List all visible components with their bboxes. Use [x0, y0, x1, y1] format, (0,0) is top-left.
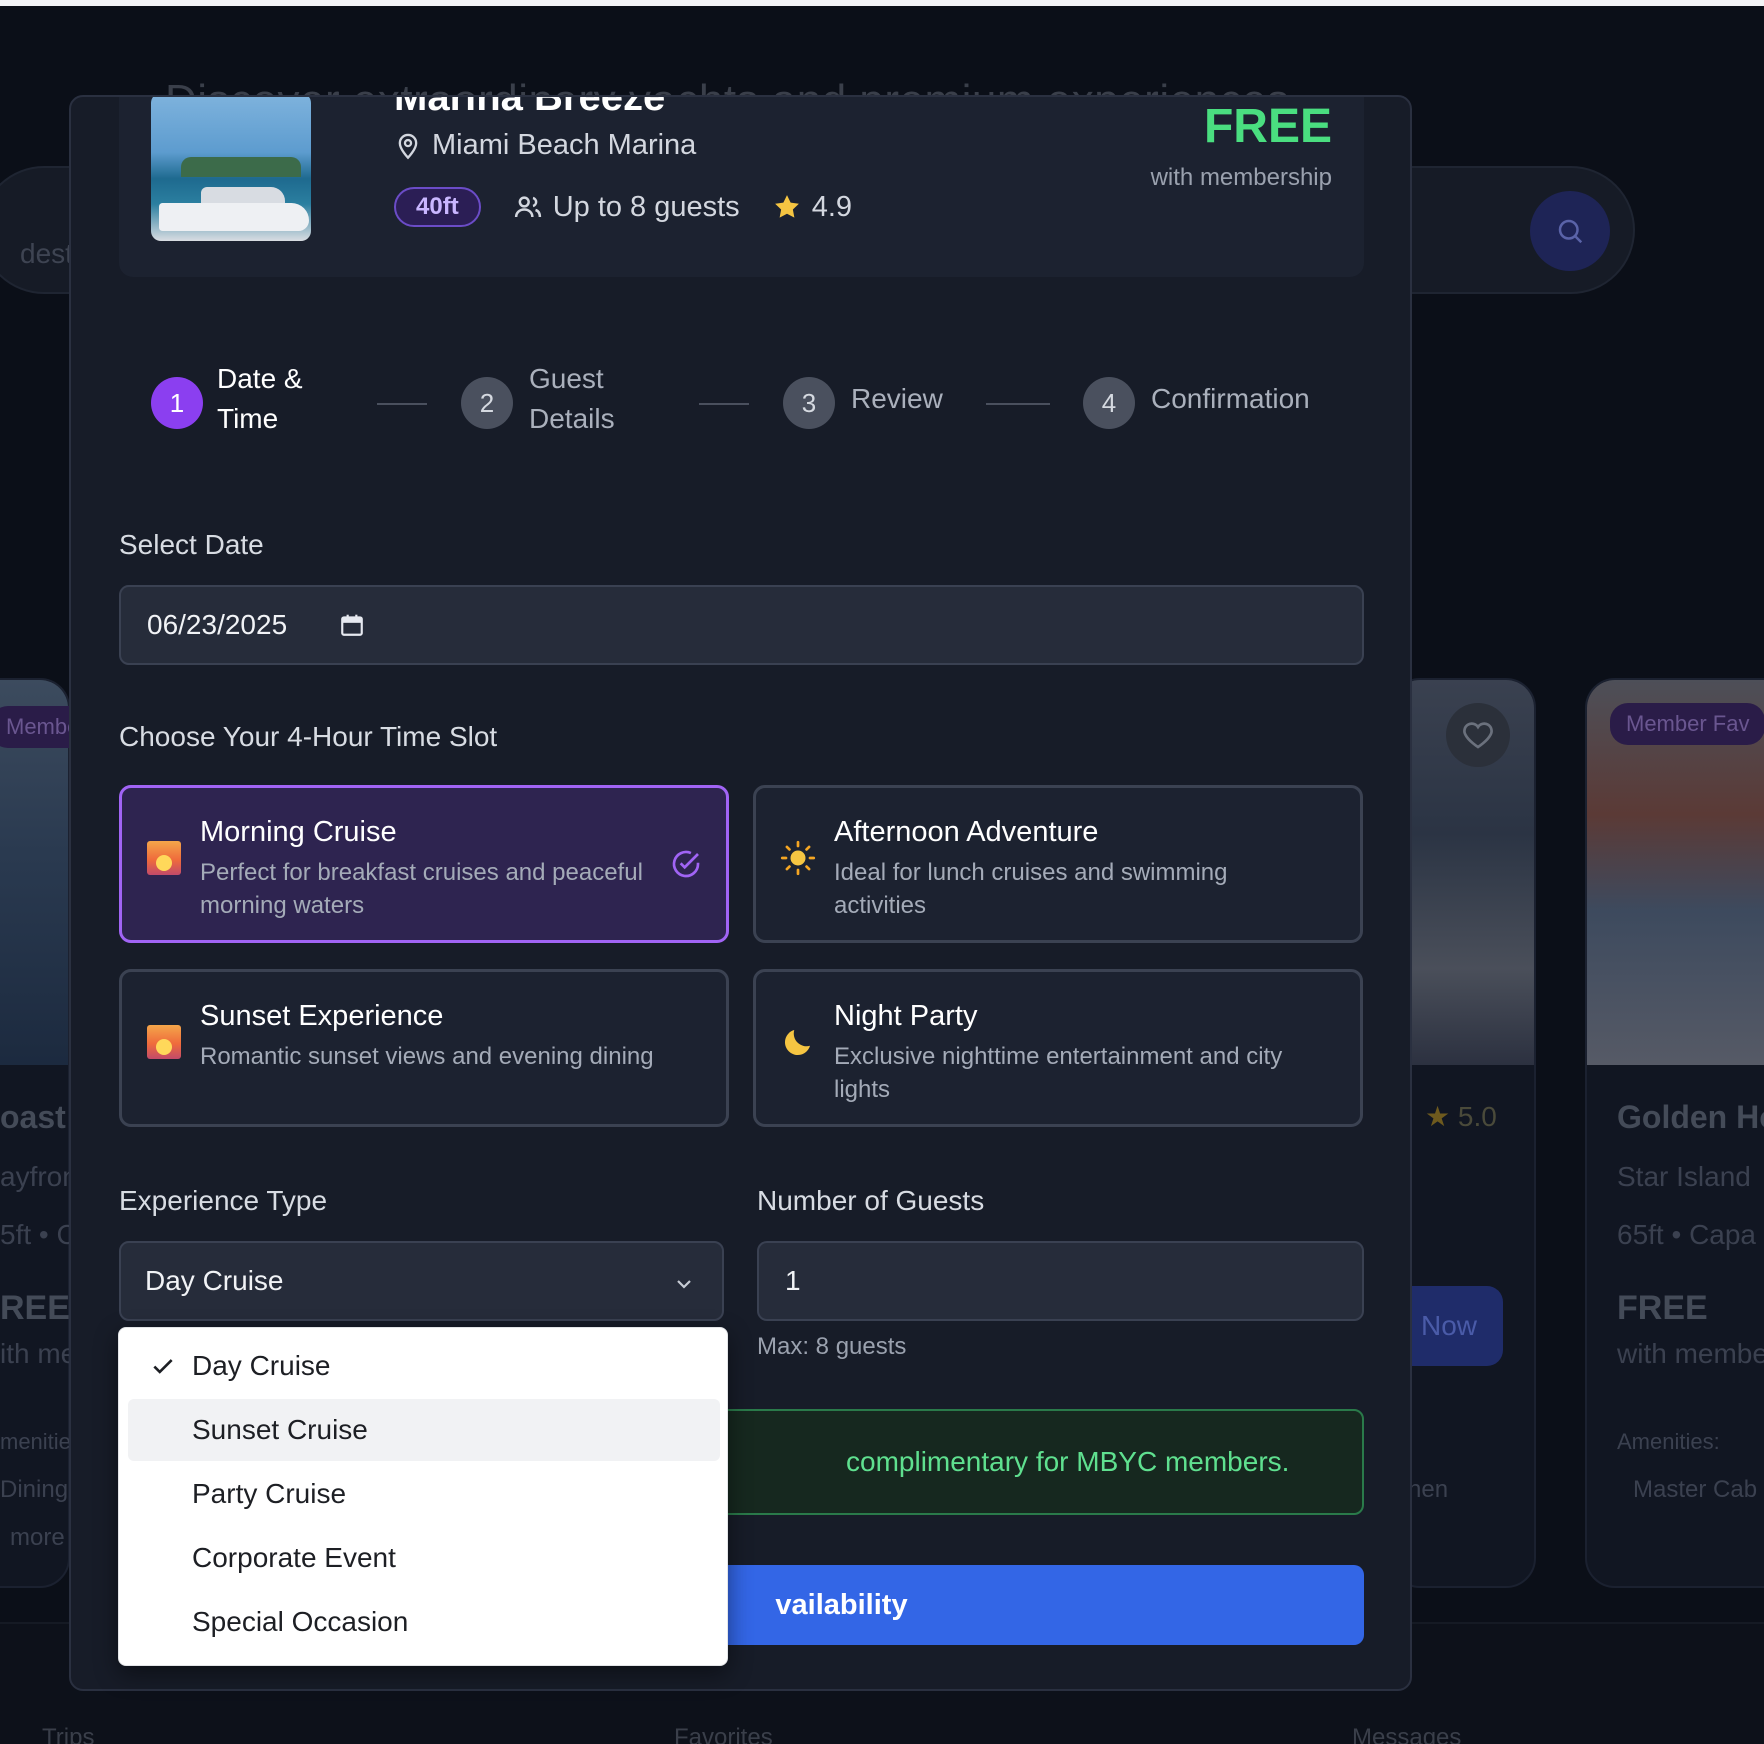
- card-price: FREE: [1617, 1289, 1708, 1327]
- card-meta: 5ft • C: [0, 1219, 77, 1250]
- price-note: with membership: [1150, 164, 1332, 191]
- date-value: 06/23/2025: [147, 609, 288, 640]
- price: FREE: [1203, 100, 1332, 153]
- guests-value: 1: [785, 1265, 801, 1296]
- step-1-number: 1: [151, 377, 203, 429]
- users-icon: [514, 196, 541, 218]
- yacht-meta: 40ft Up to 8 guests 4.9: [394, 187, 852, 227]
- guests-label: Number of Guests: [757, 1185, 985, 1216]
- calendar-icon[interactable]: [339, 612, 365, 638]
- nav-favorites: Favorites: [674, 1724, 773, 1744]
- capacity-text: Up to 8 guests: [552, 190, 740, 223]
- rating: 4.9: [772, 191, 852, 224]
- time-slot-morning[interactable]: Morning Cruise Perfect for breakfast cru…: [119, 785, 729, 943]
- experience-type-dropdown: Day Cruise Sunset Cruise Party Cruise Co…: [118, 1327, 728, 1666]
- yacht-name: Marina Breeze: [394, 95, 666, 119]
- size-badge: 40ft: [394, 187, 481, 227]
- card-meta: 65ft • Capa: [1617, 1219, 1757, 1250]
- select-date-label: Select Date: [119, 529, 264, 560]
- slot-description: Romantic sunset views and evening dining: [200, 1043, 654, 1070]
- option-label: Day Cruise: [192, 1350, 331, 1381]
- slot-title: Morning Cruise: [200, 816, 397, 848]
- rating-value: 4.9: [811, 190, 853, 223]
- slot-title: Night Party: [834, 1000, 978, 1032]
- card-amenity: Master Cab: [1633, 1476, 1758, 1503]
- guests-input[interactable]: 1: [757, 1241, 1364, 1321]
- star-icon: ★: [1425, 1101, 1451, 1132]
- nav-trips: Trips: [42, 1724, 95, 1744]
- time-slot-sunset[interactable]: Sunset Experience Romantic sunset views …: [119, 969, 729, 1127]
- card-amenities-label: Amenities:: [1617, 1429, 1720, 1454]
- card-price: REE: [0, 1289, 70, 1327]
- option-party-cruise[interactable]: Party Cruise: [128, 1463, 720, 1525]
- option-day-cruise[interactable]: Day Cruise: [128, 1335, 720, 1397]
- card-name: Golden Ho: [1617, 1099, 1764, 1135]
- chevron-down-icon: [672, 1271, 696, 1303]
- experience-type-label: Experience Type: [119, 1185, 328, 1216]
- sun-icon: [780, 840, 816, 876]
- experience-type-value: Day Cruise: [145, 1265, 284, 1296]
- step-3-label: Review: [851, 383, 943, 414]
- experience-type-select[interactable]: Day Cruise: [119, 1241, 724, 1321]
- yacht-summary: Marina Breeze Miami Beach Marina 40ft Up…: [119, 95, 1364, 277]
- yacht-location-text: Miami Beach Marina: [432, 129, 697, 161]
- time-slot-label: Choose Your 4-Hour Time Slot: [119, 721, 498, 752]
- step-4-number: 4: [1083, 377, 1135, 429]
- nav-messages: Messages: [1352, 1724, 1462, 1744]
- slot-description: Exclusive nighttime entertainment and ci…: [834, 1043, 1283, 1103]
- slot-title: Afternoon Adventure: [834, 816, 1099, 848]
- option-corporate-event[interactable]: Corporate Event: [128, 1527, 720, 1589]
- time-slot-night[interactable]: Night Party Exclusive nighttime entertai…: [753, 969, 1363, 1127]
- time-slot-afternoon[interactable]: Afternoon Adventure Ideal for lunch crui…: [753, 785, 1363, 943]
- capacity: Up to 8 guests: [513, 191, 740, 224]
- option-label: Corporate Event: [192, 1542, 396, 1573]
- step-3-number: 3: [783, 377, 835, 429]
- card-rating-value: 5.0: [1457, 1101, 1497, 1132]
- sunrise-icon: [146, 840, 182, 876]
- check-icon: [150, 1353, 176, 1386]
- search-button: [1530, 191, 1610, 271]
- option-label: Special Occasion: [192, 1606, 409, 1637]
- star-icon: [774, 195, 799, 218]
- card-more: more: [10, 1524, 65, 1551]
- option-label: Sunset Cruise: [192, 1414, 368, 1445]
- slot-title: Sunset Experience: [200, 1000, 444, 1032]
- slot-description: Ideal for lunch cruises and swimming act…: [834, 859, 1228, 919]
- step-1-label: Date & Time: [217, 363, 303, 434]
- favorite-button: [1446, 703, 1510, 767]
- card-price-sub: with membe: [1617, 1338, 1764, 1369]
- booking-steps: 1 Date & Time 2 Guest Details 3 Review 4…: [151, 363, 1331, 447]
- date-input[interactable]: 06/23/2025: [119, 585, 1364, 665]
- yacht-photo: [151, 97, 311, 241]
- card-rating: ★ 5.0: [1425, 1100, 1497, 1133]
- location-pin-icon: [398, 133, 418, 159]
- step-4-label: Confirmation: [1151, 383, 1310, 414]
- card-price-sub: ith me: [0, 1338, 77, 1369]
- card-amenity: hen: [1408, 1476, 1449, 1503]
- search-icon: [1558, 219, 1583, 244]
- guests-hint: Max: 8 guests: [757, 1333, 907, 1360]
- option-special-occasion[interactable]: Special Occasion: [128, 1591, 720, 1653]
- option-label: Party Cruise: [192, 1478, 347, 1509]
- step-2-number: 2: [461, 377, 513, 429]
- yacht-location: Miami Beach Marina: [394, 129, 696, 162]
- step-divider: [377, 403, 427, 405]
- step-2-label: Guest Details: [529, 363, 615, 434]
- sunset-icon: [146, 1024, 182, 1060]
- card-amenities-label: menitie: [0, 1429, 71, 1454]
- card-location: ayfron: [0, 1161, 78, 1192]
- slot-description: Perfect for breakfast cruises and peacef…: [200, 859, 643, 919]
- moon-icon: [780, 1024, 816, 1060]
- check-circle-icon: [670, 848, 702, 885]
- step-divider: [986, 403, 1050, 405]
- option-sunset-cruise[interactable]: Sunset Cruise: [128, 1399, 720, 1461]
- card-tag: Member Fav: [1610, 703, 1764, 745]
- heart-icon: [1463, 722, 1493, 749]
- card-name: oast: [0, 1099, 66, 1135]
- step-divider: [699, 403, 749, 405]
- card-location: Star Island: [1617, 1161, 1751, 1192]
- card-amenity: Dining: [0, 1476, 69, 1503]
